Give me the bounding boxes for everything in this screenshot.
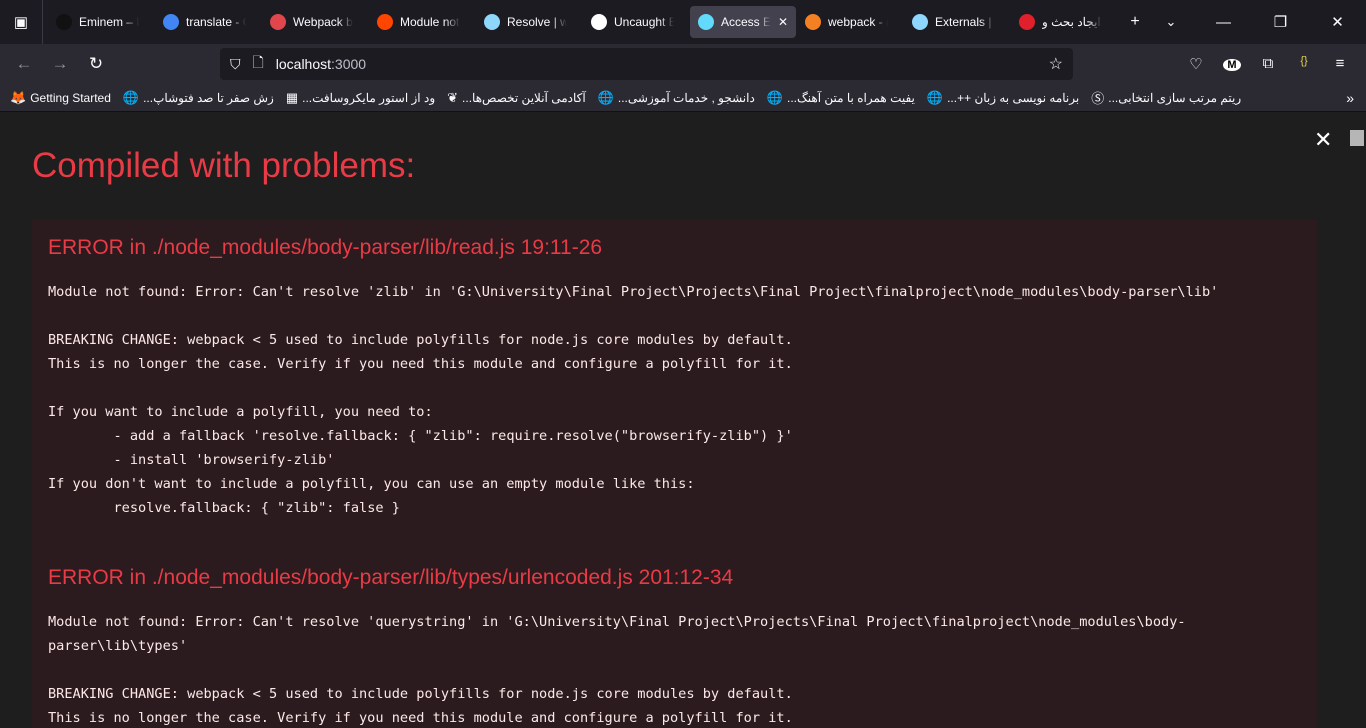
menu-hamburger-icon[interactable]: ≡ [1322, 55, 1358, 73]
error-block: ERROR in ./node_modules/body-parser/lib/… [32, 220, 1317, 550]
account-avatar-icon[interactable]: M [1214, 55, 1250, 73]
tab[interactable]: ایجاد بحث و [1011, 6, 1117, 38]
tab[interactable]: Uncaught Er [583, 6, 689, 38]
forward-arrow-icon[interactable]: → [42, 54, 78, 74]
overlay-close-icon[interactable]: ✕ [1314, 127, 1332, 153]
google-icon [163, 14, 179, 30]
window-close-icon[interactable]: ✕ [1309, 13, 1366, 31]
shield-icon[interactable]: ⛉ [230, 56, 241, 73]
nav-toolbar: ← → ↻ ⛉ 🗋 localhost:3000 ☆ ♡ M ⧉ {} ≡ [0, 44, 1366, 84]
bookmark-item[interactable]: 🌐 ...دانشجو , خدمات آموزشی [598, 88, 755, 107]
microsoft-store-icon: ▦ [285, 89, 299, 105]
tab-label: Uncaught Er [614, 15, 674, 29]
tab[interactable]: Resolve | we [476, 6, 582, 38]
url-port: :3000 [331, 56, 367, 72]
webpack-cube-icon [270, 14, 286, 30]
webpack-icon [912, 14, 928, 30]
magnet-icon [1019, 14, 1035, 30]
overlay-title: Compiled with problems: [32, 146, 416, 185]
bookmark-label: ...ود از استور مایکروسافت [302, 90, 436, 105]
stackoverflow-icon [805, 14, 821, 30]
tab-label: Webpack bu [293, 15, 353, 29]
error-list: ERROR in ./node_modules/body-parser/lib/… [32, 220, 1317, 728]
webpack-icon [484, 14, 500, 30]
bookmarks-overflow-chevron-icon[interactable]: » [1346, 90, 1354, 106]
tab-bar: ▣ Eminem – B translate - G Webpack bu Modul… [0, 0, 1366, 44]
scrollbar-thumb[interactable] [1350, 130, 1364, 146]
back-arrow-icon[interactable]: ← [6, 54, 42, 74]
bookmark-item[interactable]: ▦ ...ود از استور مایکروسافت [286, 88, 435, 107]
tab-label: ایجاد بحث و [1042, 15, 1101, 29]
bookmark-item[interactable]: 🦊 Getting Started [10, 88, 111, 107]
restore-icon[interactable]: ❐ [1252, 13, 1309, 31]
bookmark-item[interactable]: 🌐 ...یفیت همراه با متن آهنگ [767, 88, 915, 107]
bookmark-label: ...ریتم مرتب سازی انتخابی [1108, 90, 1242, 105]
error-header: ERROR in ./node_modules/body-parser/lib/… [48, 566, 734, 589]
reddit-icon [377, 14, 393, 30]
error-message: Module not found: Error: Can't resolve '… [48, 614, 1186, 726]
error-block: ERROR in ./node_modules/body-parser/lib/… [32, 550, 1317, 728]
minimize-icon[interactable]: — [1195, 14, 1252, 31]
academy-icon: ❦ [447, 89, 459, 105]
bookmark-item[interactable]: ❦ ...آکادمی آنلاین تخصص‌ها [447, 88, 586, 107]
tab-label: Eminem – B [79, 15, 139, 29]
globe-icon: 🌐 [926, 89, 944, 105]
tab[interactable]: webpack - ( [797, 6, 903, 38]
tab-label: translate - G [186, 15, 246, 29]
tab-label: Externals | w [935, 15, 995, 29]
extensions-icon[interactable]: ⧉ [1250, 55, 1286, 73]
pocket-icon[interactable]: ♡ [1178, 55, 1214, 73]
globe-icon: 🌐 [766, 89, 783, 105]
tab[interactable]: Webpack bu [262, 6, 368, 38]
tab-label: Access E- [721, 15, 771, 29]
github-icon [591, 14, 607, 30]
bookmark-label: ...آکادمی آنلاین تخصص‌ها [462, 90, 586, 105]
tab-label: Resolve | we [507, 15, 567, 29]
tab[interactable]: translate - G [155, 6, 261, 38]
error-overlay: ✕ Compiled with problems: ERROR in ./nod… [0, 112, 1366, 728]
new-tab-plus-icon[interactable]: + [1117, 13, 1153, 31]
bookmark-label: Getting Started [30, 90, 111, 105]
scrollbar[interactable] [1348, 112, 1366, 728]
url-bar[interactable]: ⛉ 🗋 localhost:3000 ☆ [220, 48, 1073, 80]
react-icon [698, 14, 714, 30]
bookmark-label: ...دانشجو , خدمات آموزشی [617, 90, 755, 105]
eminem-icon [56, 14, 72, 30]
reload-icon[interactable]: ↻ [78, 54, 114, 74]
bookmark-star-icon[interactable]: ☆ [1049, 54, 1063, 74]
tab-close-icon[interactable]: ✕ [778, 15, 788, 29]
json-extension-icon[interactable]: {} [1286, 55, 1322, 73]
tab[interactable]: Eminem – B [48, 6, 154, 38]
globe-icon: 🌐 [122, 89, 140, 105]
tab-label: Module not [400, 15, 460, 29]
tab[interactable]: Module not [369, 6, 475, 38]
s-icon: Ⓢ [1091, 91, 1105, 106]
error-header: ERROR in ./node_modules/body-parser/lib/… [48, 236, 603, 259]
list-tabs-chevron-down-icon[interactable]: ⌄ [1153, 14, 1189, 30]
bookmark-label: ...یفیت همراه با متن آهنگ [787, 90, 915, 105]
error-message: Module not found: Error: Can't resolve '… [48, 284, 1219, 516]
bookmark-label: ...++ برنامه نویسی به زبان [947, 90, 1080, 105]
firefox-view-icon[interactable]: ▣ [0, 0, 43, 44]
tab-label: webpack - ( [828, 15, 888, 29]
bookmark-item[interactable]: 🌐 ...++ برنامه نویسی به زبان [927, 88, 1079, 107]
bookmark-item[interactable]: Ⓢ ...ریتم مرتب سازی انتخابی [1091, 88, 1241, 107]
globe-icon: 🌐 [597, 89, 614, 105]
bookmark-item[interactable]: 🌐 ...زش صفر تا صد فتوشاپ [123, 88, 274, 107]
bookmarks-bar: 🦊 Getting Started 🌐 ...زش صفر تا صد فتوشاپ ▦… [0, 84, 1366, 112]
firefox-icon: 🦊 [10, 89, 27, 105]
bookmark-label: ...زش صفر تا صد فتوشاپ [143, 90, 274, 105]
tab[interactable]: Access E- ✕ [690, 6, 796, 38]
tab[interactable]: Externals | w [904, 6, 1010, 38]
url-host: localhost [275, 56, 332, 72]
page-icon: 🗋 [252, 54, 264, 70]
